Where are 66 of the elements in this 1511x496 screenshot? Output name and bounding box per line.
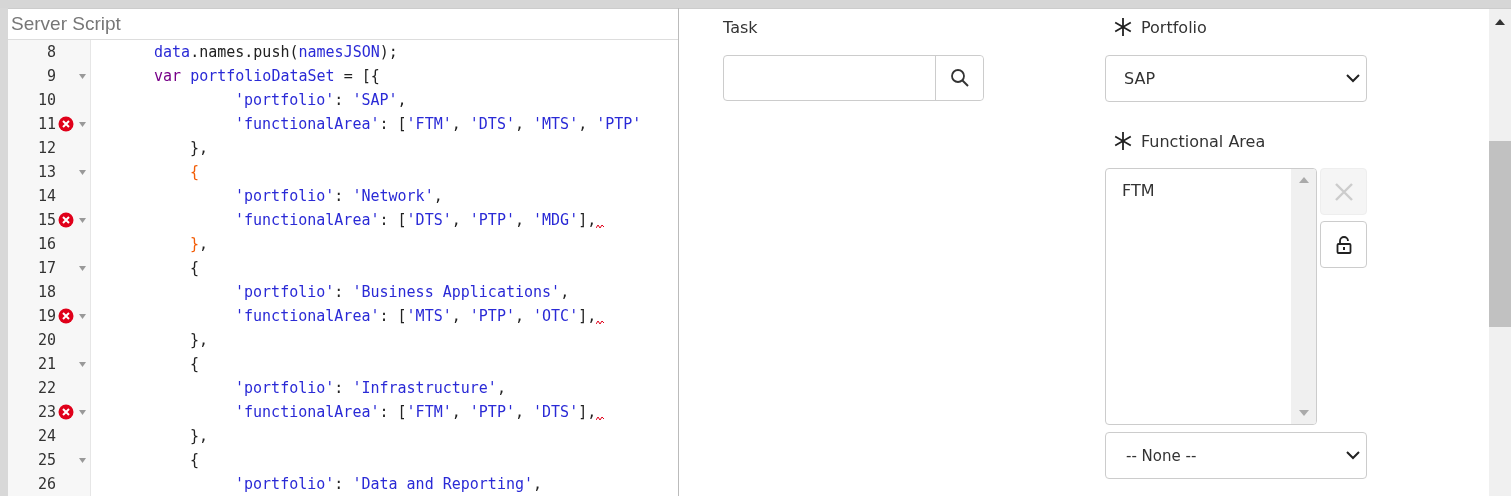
- line-number: 15: [36, 211, 56, 229]
- search-button[interactable]: [935, 56, 983, 100]
- code-line: 'portfolio': 'SAP',: [235, 90, 407, 111]
- fold-arrow-icon[interactable]: [78, 169, 86, 175]
- scrollbar[interactable]: [1291, 169, 1316, 424]
- line-number: 21: [36, 355, 56, 373]
- line-number: 23: [36, 403, 56, 421]
- line-number: 17: [36, 259, 56, 277]
- unlock-icon: [1334, 235, 1353, 254]
- fold-arrow-icon[interactable]: [78, 409, 86, 415]
- code-line: {: [190, 354, 200, 375]
- code-line: },: [190, 234, 209, 255]
- fold-arrow-icon[interactable]: [78, 265, 86, 271]
- close-icon: [1333, 181, 1354, 202]
- field-label: Portfolio: [1141, 17, 1207, 37]
- line-number: 18: [36, 283, 56, 301]
- line-number: 13: [36, 163, 56, 181]
- scrollbar[interactable]: [1489, 9, 1511, 496]
- field-label: Functional Area: [1141, 131, 1266, 151]
- field-label: Task: [723, 17, 758, 37]
- portfolio-select[interactable]: SAP: [1105, 55, 1367, 102]
- line-number: 24: [36, 427, 56, 445]
- code-line: 'portfolio': 'Network',: [235, 186, 443, 207]
- fold-arrow-icon[interactable]: [78, 361, 86, 367]
- code-line: {: [190, 450, 200, 471]
- code-line: },: [190, 330, 209, 351]
- line-number: 10: [36, 91, 56, 109]
- line-number: 12: [36, 139, 56, 157]
- fold-arrow-icon[interactable]: [78, 73, 86, 79]
- code-line: var portfolioDataSet = [{: [154, 66, 380, 87]
- code-line: 'functionalArea': ['FTM', 'DTS', 'MTS', 'PTP': [235, 114, 642, 135]
- line-number: 26: [36, 475, 56, 493]
- line-number: 20: [36, 331, 56, 349]
- line-number: 8: [45, 43, 56, 61]
- fold-arrow-icon[interactable]: [78, 457, 86, 463]
- code-line: 'functionalArea': ['FTM', 'PTP', 'DTS'],: [235, 402, 597, 423]
- code-line: },: [190, 426, 209, 447]
- code-line: {: [190, 258, 200, 279]
- line-number: 11: [36, 115, 56, 133]
- code-line: 'portfolio': 'Business Applications',: [235, 282, 570, 303]
- unlock-button[interactable]: [1320, 221, 1367, 268]
- line-number: 19: [36, 307, 56, 325]
- code-line: {: [190, 162, 200, 183]
- fold-arrow-icon[interactable]: [78, 217, 86, 223]
- code-line: 'portfolio': 'Data and Reporting',: [235, 474, 543, 495]
- fold-arrow-icon[interactable]: [78, 313, 86, 319]
- code-line: },: [190, 138, 209, 159]
- fold-arrow-icon[interactable]: [78, 121, 86, 127]
- qualifier-select[interactable]: -- None --: [1105, 432, 1367, 479]
- scroll-up-icon[interactable]: [1495, 19, 1505, 25]
- search-icon: [949, 68, 970, 88]
- line-number: 16: [36, 235, 56, 253]
- code-line: data.names.push(namesJSON);: [154, 42, 398, 63]
- chevron-down-icon: [1346, 451, 1360, 460]
- line-number: 22: [36, 379, 56, 397]
- chevron-down-icon: [1346, 74, 1360, 83]
- scroll-down-icon[interactable]: [1298, 410, 1309, 416]
- list-option[interactable]: FTM: [1122, 181, 1291, 200]
- task-field[interactable]: [723, 55, 984, 101]
- code-line: 'functionalArea': ['MTS', 'PTP', 'OTC'],: [235, 306, 597, 327]
- code-line: 'functionalArea': ['DTS', 'PTP', 'MDG'],: [235, 210, 597, 231]
- code-line: 'portfolio': 'Infrastructure',: [235, 378, 506, 399]
- line-number: 9: [45, 67, 56, 85]
- line-number: 14: [36, 187, 56, 205]
- line-number: 25: [36, 451, 56, 469]
- functional-area-list[interactable]: FTM: [1105, 168, 1317, 425]
